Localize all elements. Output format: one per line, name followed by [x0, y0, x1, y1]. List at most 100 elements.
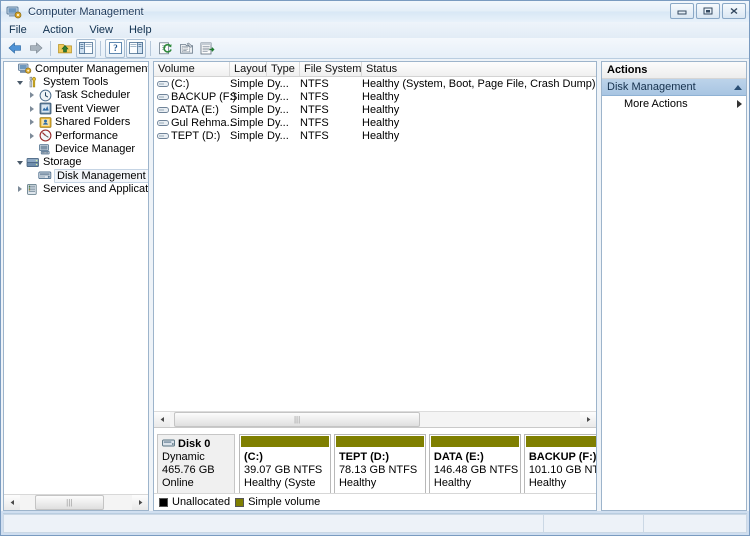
- column-header-volume[interactable]: Volume: [154, 62, 230, 76]
- legend-swatch-simple-volume: [235, 497, 245, 507]
- expander-closed[interactable]: [14, 186, 25, 193]
- chevron-up-icon[interactable]: [734, 84, 742, 90]
- cell-volume: BACKUP (F:): [171, 90, 237, 103]
- tree-label: System Tools: [43, 76, 109, 89]
- expander-open[interactable]: [14, 79, 25, 86]
- console-tree-pane: Computer Management (Local System Tools: [3, 61, 149, 511]
- partition-capacity-bar: [525, 436, 596, 448]
- device-manager-icon: [37, 143, 53, 156]
- export-list-icon[interactable]: [197, 39, 217, 58]
- table-row[interactable]: Gul Rehma... Simple Dy... NTFS Healthy: [154, 116, 596, 129]
- volume-list-horizontal-scrollbar[interactable]: |||: [154, 411, 596, 427]
- action-more-actions[interactable]: More Actions: [602, 96, 746, 112]
- tree-item-system-tools[interactable]: System Tools: [4, 75, 148, 88]
- tree-horizontal-scrollbar[interactable]: |||: [4, 494, 148, 510]
- close-button[interactable]: [722, 3, 746, 19]
- scroll-right-button[interactable]: [580, 412, 596, 427]
- help-icon[interactable]: ?: [105, 38, 125, 58]
- column-header-file-system[interactable]: File System: [300, 62, 362, 76]
- table-row[interactable]: TEPT (D:) Simple Dy... NTFS Healthy: [154, 129, 596, 142]
- column-header-status[interactable]: Status: [362, 62, 596, 76]
- cell-file-system: NTFS: [300, 103, 329, 116]
- column-header-layout[interactable]: Layout: [230, 62, 267, 76]
- tree-item-performance[interactable]: Performance: [4, 129, 148, 142]
- storage-icon: [25, 156, 41, 169]
- table-row[interactable]: BACKUP (F:) Simple Dy... NTFS Healthy: [154, 90, 596, 103]
- partition-status: Healthy: [528, 477, 567, 489]
- tree-label: Shared Folders: [55, 116, 131, 129]
- chevron-right-icon[interactable]: [737, 100, 742, 108]
- expander-closed[interactable]: [26, 119, 37, 126]
- refresh-icon[interactable]: [155, 39, 175, 58]
- scroll-track[interactable]: |||: [170, 412, 580, 427]
- expander-open[interactable]: [14, 159, 25, 166]
- menu-file[interactable]: File: [8, 24, 28, 36]
- legend-swatch-unallocated: [159, 497, 168, 507]
- back-icon[interactable]: [5, 39, 25, 58]
- partition-name: TEPT (D:): [338, 451, 390, 463]
- cell-status: Healthy: [362, 90, 400, 103]
- toolbar: ?: [1, 38, 749, 59]
- table-row[interactable]: DATA (E:) Simple Dy... NTFS Healthy: [154, 103, 596, 116]
- partition-size: 78.13 GB NTFS: [338, 464, 418, 476]
- status-bar: [3, 513, 747, 533]
- scroll-left-button[interactable]: [154, 412, 170, 427]
- graphical-disk-view: Disk 0 Dynamic 465.76 GB Online (C:) 39.…: [154, 427, 596, 510]
- properties-icon[interactable]: [176, 39, 196, 58]
- legend-label: Unallocated: [172, 496, 231, 508]
- tree-item-services-and-applications[interactable]: Services and Applications: [4, 183, 148, 196]
- tree-item-task-scheduler[interactable]: Task Scheduler: [4, 89, 148, 102]
- cell-status: Healthy (System, Boot, Page File, Crash …: [362, 77, 596, 90]
- tree-item-event-viewer[interactable]: Event Viewer: [4, 102, 148, 115]
- computer-management-window: Computer Management File Action View Hel…: [0, 0, 750, 536]
- clock-icon: [37, 89, 53, 102]
- cell-layout: Simple: [230, 103, 264, 116]
- tree-item-computer-management[interactable]: Computer Management (Local: [4, 62, 148, 75]
- menu-action[interactable]: Action: [42, 24, 75, 36]
- scroll-thumb[interactable]: |||: [34, 495, 104, 510]
- tree-item-disk-management[interactable]: Disk Management: [4, 168, 148, 183]
- scroll-grip: |||: [66, 497, 73, 507]
- expander-closed[interactable]: [26, 92, 37, 99]
- table-row[interactable]: (C:) Simple Dy... NTFS Healthy (System, …: [154, 77, 596, 90]
- shared-folders-icon: [37, 116, 53, 129]
- actions-group-disk-management[interactable]: Disk Management: [602, 79, 746, 96]
- scroll-track[interactable]: |||: [20, 495, 132, 510]
- partition-size: 101.10 GB NTFS: [528, 464, 596, 476]
- volume-icon: [157, 106, 171, 114]
- forward-icon[interactable]: [26, 39, 46, 58]
- menu-view[interactable]: View: [88, 24, 114, 36]
- menu-help[interactable]: Help: [128, 24, 153, 36]
- svg-text:?: ?: [113, 43, 118, 53]
- scroll-right-button[interactable]: [132, 495, 148, 510]
- cell-volume: DATA (E:): [171, 103, 219, 116]
- tree-item-device-manager[interactable]: Device Manager: [4, 142, 148, 155]
- volume-icon: [157, 80, 171, 88]
- expander-closed[interactable]: [26, 105, 37, 112]
- up-folder-icon[interactable]: [55, 39, 75, 58]
- minimize-button[interactable]: [670, 3, 694, 19]
- expander-closed[interactable]: [26, 132, 37, 139]
- tree-label: Computer Management (Local: [35, 62, 148, 75]
- tree-item-shared-folders[interactable]: Shared Folders: [4, 116, 148, 129]
- volume-icon: [157, 93, 171, 101]
- partition-capacity-bar: [430, 436, 519, 448]
- scroll-thumb[interactable]: |||: [174, 412, 421, 427]
- show-hide-action-pane-icon[interactable]: [126, 38, 146, 58]
- actions-group-label: Disk Management: [607, 81, 696, 93]
- cell-layout: Simple: [230, 90, 264, 103]
- cell-volume: Gul Rehma...: [171, 116, 236, 129]
- scroll-left-button[interactable]: [4, 495, 20, 510]
- maximize-button[interactable]: [696, 3, 720, 19]
- disk-type: Dynamic: [162, 451, 205, 463]
- volume-list: (C:) Simple Dy... NTFS Healthy (System, …: [154, 77, 596, 411]
- tree-item-storage[interactable]: Storage: [4, 156, 148, 169]
- partition-size: 39.07 GB NTFS: [244, 464, 323, 476]
- status-cell-2: [543, 514, 643, 533]
- column-header-type[interactable]: Type: [267, 62, 300, 76]
- show-hide-tree-icon[interactable]: [76, 38, 96, 58]
- cell-type: Dy...: [267, 77, 289, 90]
- computer-management-icon: [17, 62, 33, 75]
- volume-icon: [157, 119, 171, 127]
- window-controls: [670, 3, 746, 19]
